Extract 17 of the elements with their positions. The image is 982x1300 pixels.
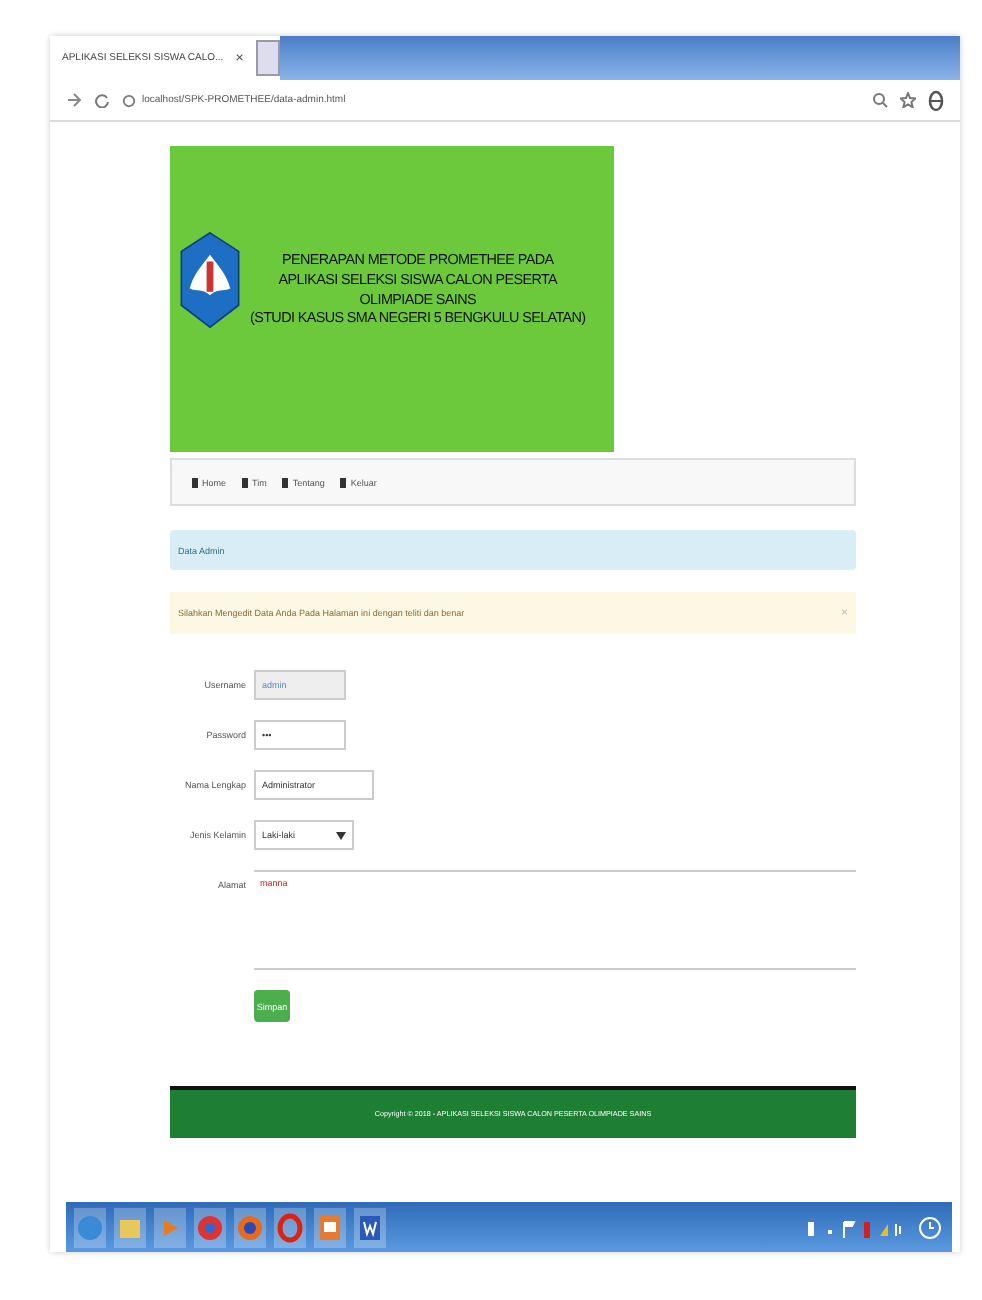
- forward-icon[interactable]: [66, 92, 82, 108]
- browser-icon[interactable]: [234, 1207, 266, 1247]
- app-icon[interactable]: [314, 1207, 346, 1247]
- emblem-icon: [178, 229, 242, 329]
- browser-icon[interactable]: [274, 1207, 306, 1247]
- start-icon[interactable]: [74, 1207, 106, 1247]
- caret-icon: [336, 831, 346, 839]
- media-icon[interactable]: [154, 1207, 186, 1247]
- clock-icon: [916, 1213, 944, 1241]
- star-icon[interactable]: [900, 92, 916, 108]
- folder-icon[interactable]: [114, 1207, 146, 1247]
- new-tab-button[interactable]: [255, 40, 280, 76]
- document-icon[interactable]: [354, 1207, 386, 1247]
- profile-icon[interactable]: [928, 89, 944, 111]
- reload-icon[interactable]: [94, 92, 110, 108]
- zoom-icon[interactable]: [872, 92, 888, 108]
- browser-icon[interactable]: [194, 1207, 226, 1247]
